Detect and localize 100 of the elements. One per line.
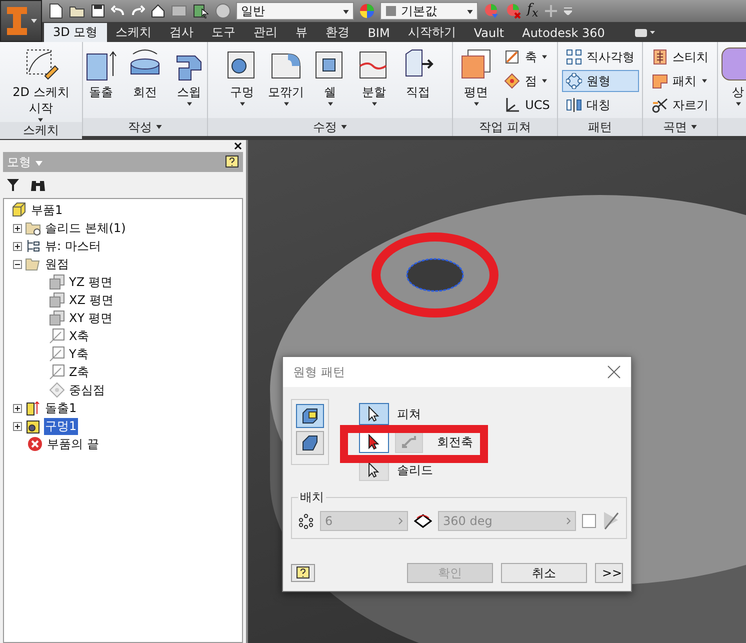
tree-item[interactable]: Z축	[68, 364, 90, 380]
ribbon-tool[interactable]: 원형	[562, 70, 638, 92]
ribbon-tool[interactable]: 스티치	[648, 46, 712, 68]
expand-toggle[interactable]	[13, 404, 22, 412]
ribbon-tool[interactable]: UCS	[500, 94, 554, 116]
caret-icon	[341, 125, 347, 129]
binoculars-icon[interactable]	[30, 178, 46, 192]
ribbon-tool[interactable]: 쉘	[310, 46, 350, 106]
expand-toggle[interactable]	[13, 242, 22, 250]
caret-icon	[474, 102, 479, 106]
home-icon[interactable]	[150, 2, 166, 20]
ribbon-tool[interactable]: 회전	[125, 46, 165, 100]
ribbon-tool[interactable]: 축	[500, 46, 554, 68]
dialog-button[interactable]: 취소	[501, 563, 587, 583]
part-cube-icon	[11, 202, 27, 218]
ribbon-tool[interactable]: 패치	[648, 70, 712, 92]
scissors-icon	[652, 97, 668, 113]
new-file-icon[interactable]	[48, 2, 64, 20]
caret-icon	[691, 125, 697, 129]
selection-button[interactable]	[359, 431, 389, 453]
help-button[interactable]	[291, 564, 315, 582]
ribbon-tool[interactable]: 돌출	[81, 46, 121, 100]
ribbon-tool[interactable]: 분할	[354, 46, 394, 106]
ribbon-tool[interactable]: 상	[718, 46, 746, 106]
caret-icon	[328, 102, 332, 106]
panel-label: 작업 피쳐	[453, 118, 557, 136]
plus-icon	[14, 422, 21, 430]
ribbon-tab[interactable]: 3D 모형	[44, 23, 107, 42]
caret-icon	[702, 79, 706, 83]
style-dropdown[interactable]: 일반	[236, 2, 354, 20]
ribbon-tool[interactable]: 직접	[398, 46, 438, 100]
color-wheel-icon[interactable]	[358, 2, 376, 20]
ribbon-tab[interactable]: 환경	[316, 23, 359, 42]
hole-feature-icon	[25, 418, 41, 434]
flip-arrows-icon	[401, 435, 417, 449]
logo-icon	[5, 5, 29, 37]
ribbon-tool[interactable]: 점	[500, 70, 554, 92]
expand-toggle[interactable]	[13, 224, 22, 232]
tree-item[interactable]: Y축	[68, 346, 90, 362]
tree-item[interactable]: 부품의 끝	[46, 436, 100, 452]
parameters-button[interactable]: f$_{x}$	[526, 2, 540, 20]
ribbon-tool[interactable]: 대칭	[562, 94, 638, 116]
ribbon-tool[interactable]: 2D 스케치 시작	[10, 46, 72, 122]
ribbon-tool[interactable]: 모깎기	[266, 46, 306, 106]
expand-button[interactable]: >>	[595, 563, 623, 583]
ribbon-tool[interactable]: 평면	[456, 46, 496, 106]
view-tree-icon	[25, 238, 41, 254]
ribbon-tab[interactable]: 검사	[160, 23, 203, 42]
mode-button[interactable]	[296, 431, 324, 455]
ribbon-tab[interactable]: 도구	[202, 23, 245, 42]
mode-button[interactable]	[296, 404, 324, 428]
tree-item[interactable]: 뷰: 마스터	[44, 238, 102, 254]
selection-button[interactable]	[359, 403, 389, 425]
caret-icon	[542, 55, 548, 59]
ribbon-tool[interactable]: 스윕	[169, 46, 209, 106]
tree-item[interactable]: XY 평면	[68, 310, 114, 326]
tree-item[interactable]: XZ 평면	[68, 292, 114, 308]
center-point-icon	[49, 382, 65, 398]
ribbon-tab[interactable]: 시작하기	[398, 23, 465, 42]
panel-label[interactable]: 작성	[83, 118, 207, 136]
tree-item[interactable]: 구멍1	[44, 418, 78, 434]
caret-icon	[467, 10, 473, 14]
save-icon[interactable]	[90, 2, 106, 20]
filter-icon[interactable]	[6, 178, 20, 192]
tree-item[interactable]: 원점	[44, 256, 70, 272]
ribbon-tab[interactable]: 스케치	[106, 23, 161, 42]
caret-icon	[284, 102, 288, 106]
ribbon-tool[interactable]: 자르기	[648, 94, 712, 116]
panel-label[interactable]: 수정	[208, 118, 452, 136]
ribbon-tab[interactable]: 관리	[244, 23, 287, 42]
tree-item[interactable]: 중심점	[68, 382, 106, 398]
ribbon-tab[interactable]: BIM	[358, 23, 399, 42]
minimize-icon	[634, 28, 655, 36]
checkbox[interactable]	[582, 514, 596, 528]
application-menu-button[interactable]	[0, 0, 42, 42]
select-icon[interactable]	[192, 2, 210, 20]
chevron-icon	[398, 517, 403, 525]
ribbon-tool[interactable]: 직사각형	[562, 46, 638, 68]
tree-item[interactable]: X축	[68, 328, 90, 344]
help-icon[interactable]	[225, 155, 239, 169]
expand-toggle[interactable]	[13, 422, 22, 430]
caret-icon	[156, 125, 162, 129]
ribbon-tab[interactable]: Autodesk 360	[513, 23, 614, 42]
help-icon	[296, 566, 310, 580]
material-dropdown[interactable]: 기본값	[380, 2, 478, 20]
close-icon[interactable]	[234, 142, 242, 150]
caret-icon	[372, 102, 376, 106]
panel-label[interactable]: 곡면	[643, 118, 717, 136]
tree-item[interactable]: 솔리드 본체(1)	[44, 220, 127, 236]
flip-button[interactable]	[395, 431, 423, 453]
collapse-toggle[interactable]	[13, 260, 22, 268]
ribbon-tab[interactable]: 뷰	[286, 23, 317, 42]
cursor-icon	[368, 406, 380, 422]
ribbon-tab[interactable]: Vault	[464, 23, 514, 42]
tree-item[interactable]: YZ 평면	[68, 274, 114, 290]
ribbon-tool[interactable]: 구멍	[222, 46, 262, 106]
caret-icon	[34, 160, 43, 166]
tree-item[interactable]: 부품1	[30, 202, 64, 218]
tree-item[interactable]: 돌출1	[44, 400, 78, 416]
plus-icon	[14, 242, 21, 250]
